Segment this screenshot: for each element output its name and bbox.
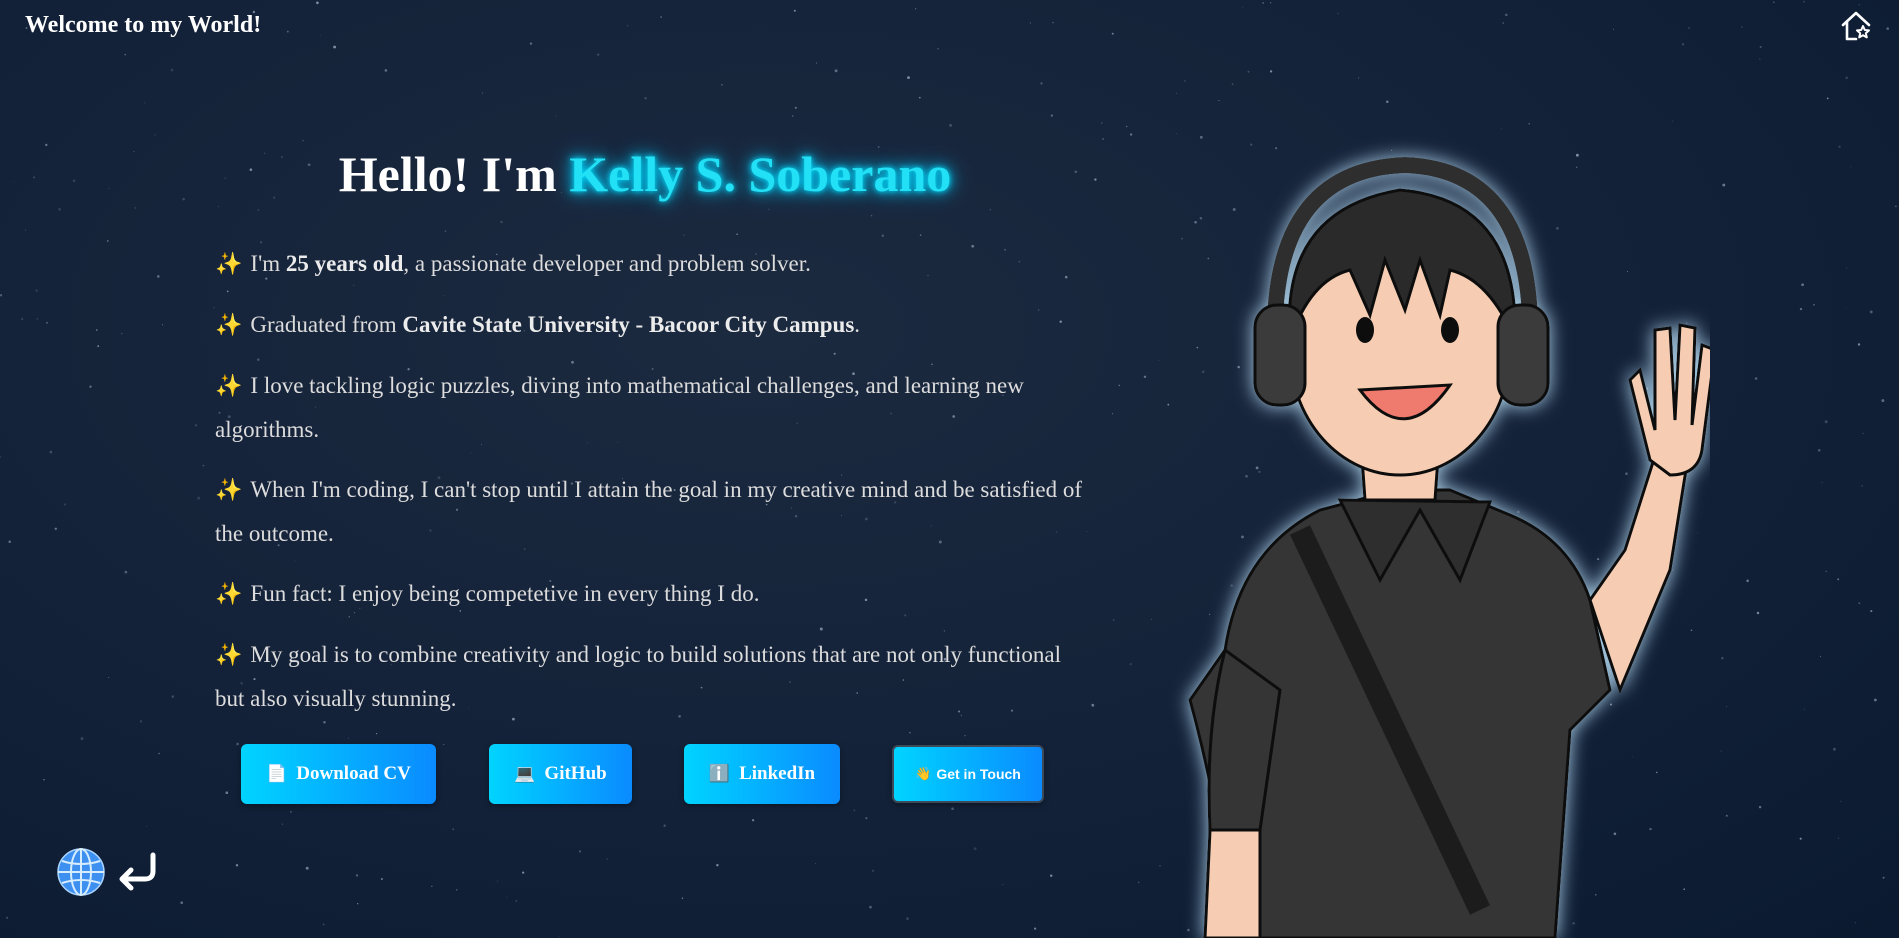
bio-item: ✨ My goal is to combine creativity and lo… xyxy=(215,633,1095,720)
bio-item: ✨ When I'm coding, I can't stop until I a… xyxy=(215,468,1095,555)
document-icon: 📄 xyxy=(266,764,288,784)
sparkles-icon: ✨ xyxy=(215,643,243,668)
sparkles-icon: ✨ xyxy=(215,313,243,338)
laptop-icon: 💻 xyxy=(514,764,536,784)
home-button[interactable] xyxy=(1838,8,1874,44)
info-icon: ℹ️ xyxy=(708,764,731,784)
return-arrow-icon[interactable] xyxy=(113,849,161,893)
sparkles-icon: ✨ xyxy=(215,478,243,503)
download-cv-label: Download CV xyxy=(296,763,411,784)
get-in-touch-button[interactable]: 👋 Get in Touch xyxy=(892,745,1044,803)
owner-name: Kelly S. Soberano xyxy=(569,146,952,202)
bio-list: ✨ I'm 25 years old, a passionate develope… xyxy=(215,242,1095,737)
download-cv-button[interactable]: 📄 Download CV xyxy=(241,744,436,804)
site-title: Welcome to my World! xyxy=(25,12,262,38)
bio-item: ✨ Graduated from Cavite State University … xyxy=(215,303,1095,347)
linkedin-button[interactable]: ℹ️ LinkedIn xyxy=(684,744,840,804)
get-in-touch-label: Get in Touch xyxy=(936,766,1021,782)
greeting-text: Hello! I'm xyxy=(338,146,557,202)
sparkles-icon: ✨ xyxy=(215,582,243,607)
bio-item: ✨ I'm 25 years old, a passionate develope… xyxy=(215,242,1095,286)
waving-hand-icon: 👋 xyxy=(915,766,932,782)
sparkles-icon: ✨ xyxy=(215,374,243,399)
github-button[interactable]: 💻 GitHub xyxy=(489,744,632,804)
bio-item: ✨ I love tackling logic puzzles, diving i… xyxy=(215,364,1095,451)
home-star-icon xyxy=(1841,11,1871,41)
bio-item: ✨ Fun fact: I enjoy being competetive in … xyxy=(215,572,1095,616)
globe-icon[interactable] xyxy=(55,846,107,898)
hero-heading: Hello! I'm Kelly S. Soberano xyxy=(0,145,1290,203)
github-label: GitHub xyxy=(544,763,607,784)
avatar-illustration xyxy=(1188,156,1710,938)
sparkles-icon: ✨ xyxy=(215,252,243,277)
linkedin-label: LinkedIn xyxy=(739,763,816,784)
